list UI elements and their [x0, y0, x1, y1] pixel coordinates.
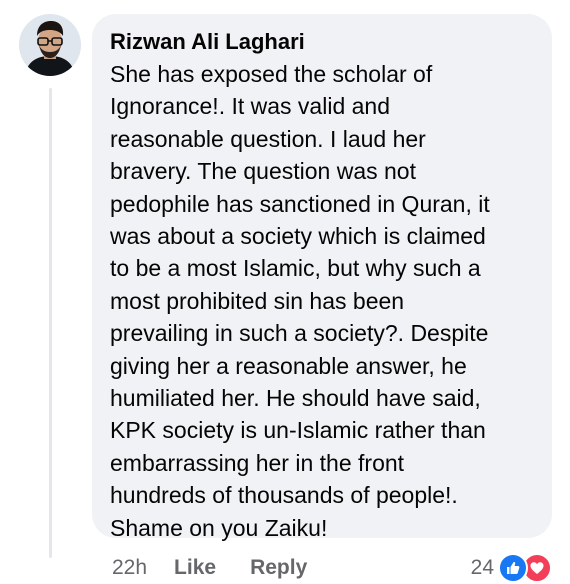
reactions-summary[interactable]: 24	[471, 553, 552, 583]
comment-actions: 22h Like Reply	[112, 554, 341, 582]
like-icon	[498, 553, 528, 583]
comment-timestamp[interactable]: 22h	[112, 556, 147, 580]
thread-line	[49, 88, 52, 558]
comment-text: She has exposed the scholar of Ignorance…	[110, 61, 490, 541]
comment-author[interactable]: Rizwan Ali Laghari	[110, 28, 305, 56]
comment-bubble: Rizwan Ali Laghari She has exposed the s…	[92, 14, 552, 541]
reaction-count: 24	[470, 556, 494, 579]
like-button[interactable]: Like	[174, 556, 216, 580]
profile-photo	[19, 14, 81, 76]
avatar[interactable]	[19, 14, 81, 76]
reply-button[interactable]: Reply	[250, 556, 307, 580]
